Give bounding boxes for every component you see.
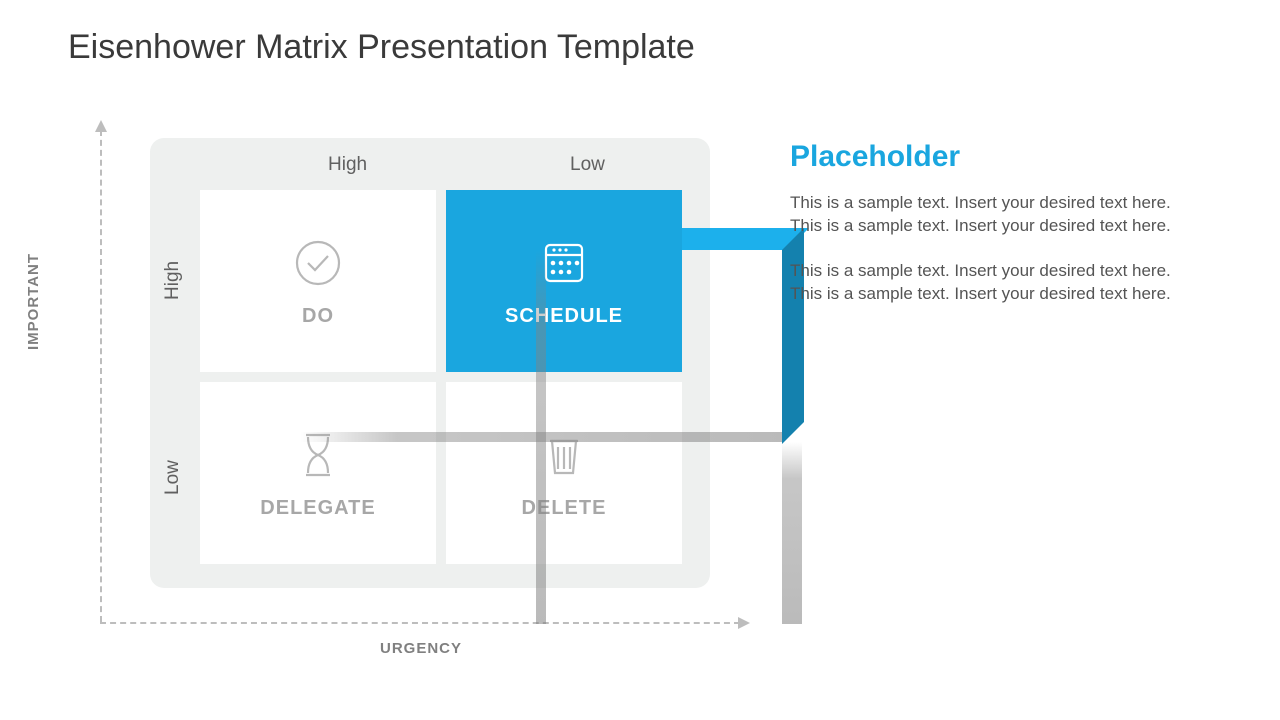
column-header-low: Low (570, 154, 605, 176)
x-axis-line (100, 622, 740, 624)
sidebar-paragraph-1: This is a sample text. Insert your desir… (790, 192, 1190, 238)
divider-vertical-shadow (536, 250, 546, 624)
check-circle-icon (290, 235, 346, 291)
quadrant-schedule: SCHEDULE (446, 190, 682, 372)
sidebar-text: Placeholder This is a sample text. Inser… (790, 140, 1190, 328)
quadrant-delete-label: DELETE (522, 497, 607, 520)
y-axis-arrow-icon (95, 120, 107, 132)
page-title: Eisenhower Matrix Presentation Template (68, 28, 695, 67)
quadrant-delete: DELETE (446, 382, 682, 564)
quadrant-do-label: DO (302, 305, 334, 328)
quadrant-do: DO (200, 190, 436, 372)
quadrant-schedule-label: SCHEDULE (505, 305, 623, 328)
row-header-low: Low (162, 460, 184, 495)
sidebar-paragraph-2: This is a sample text. Insert your desir… (790, 260, 1190, 306)
quadrant-delegate-label: DELEGATE (260, 497, 375, 520)
y-axis-label: IMPORTANT (25, 253, 42, 350)
x-axis-arrow-icon (738, 617, 750, 629)
quadrant-grid: DO SCHEDULE (200, 190, 682, 564)
sidebar-heading: Placeholder (790, 140, 1190, 174)
quadrant-delegate: DELEGATE (200, 382, 436, 564)
x-axis-label: URGENCY (380, 640, 462, 657)
y-axis-line (100, 130, 102, 622)
row-header-high: High (162, 261, 184, 300)
matrix-chart: IMPORTANT URGENCY High Low High Low DO (100, 130, 760, 660)
column-header-high: High (328, 154, 367, 176)
right-edge-shadow (782, 442, 802, 624)
